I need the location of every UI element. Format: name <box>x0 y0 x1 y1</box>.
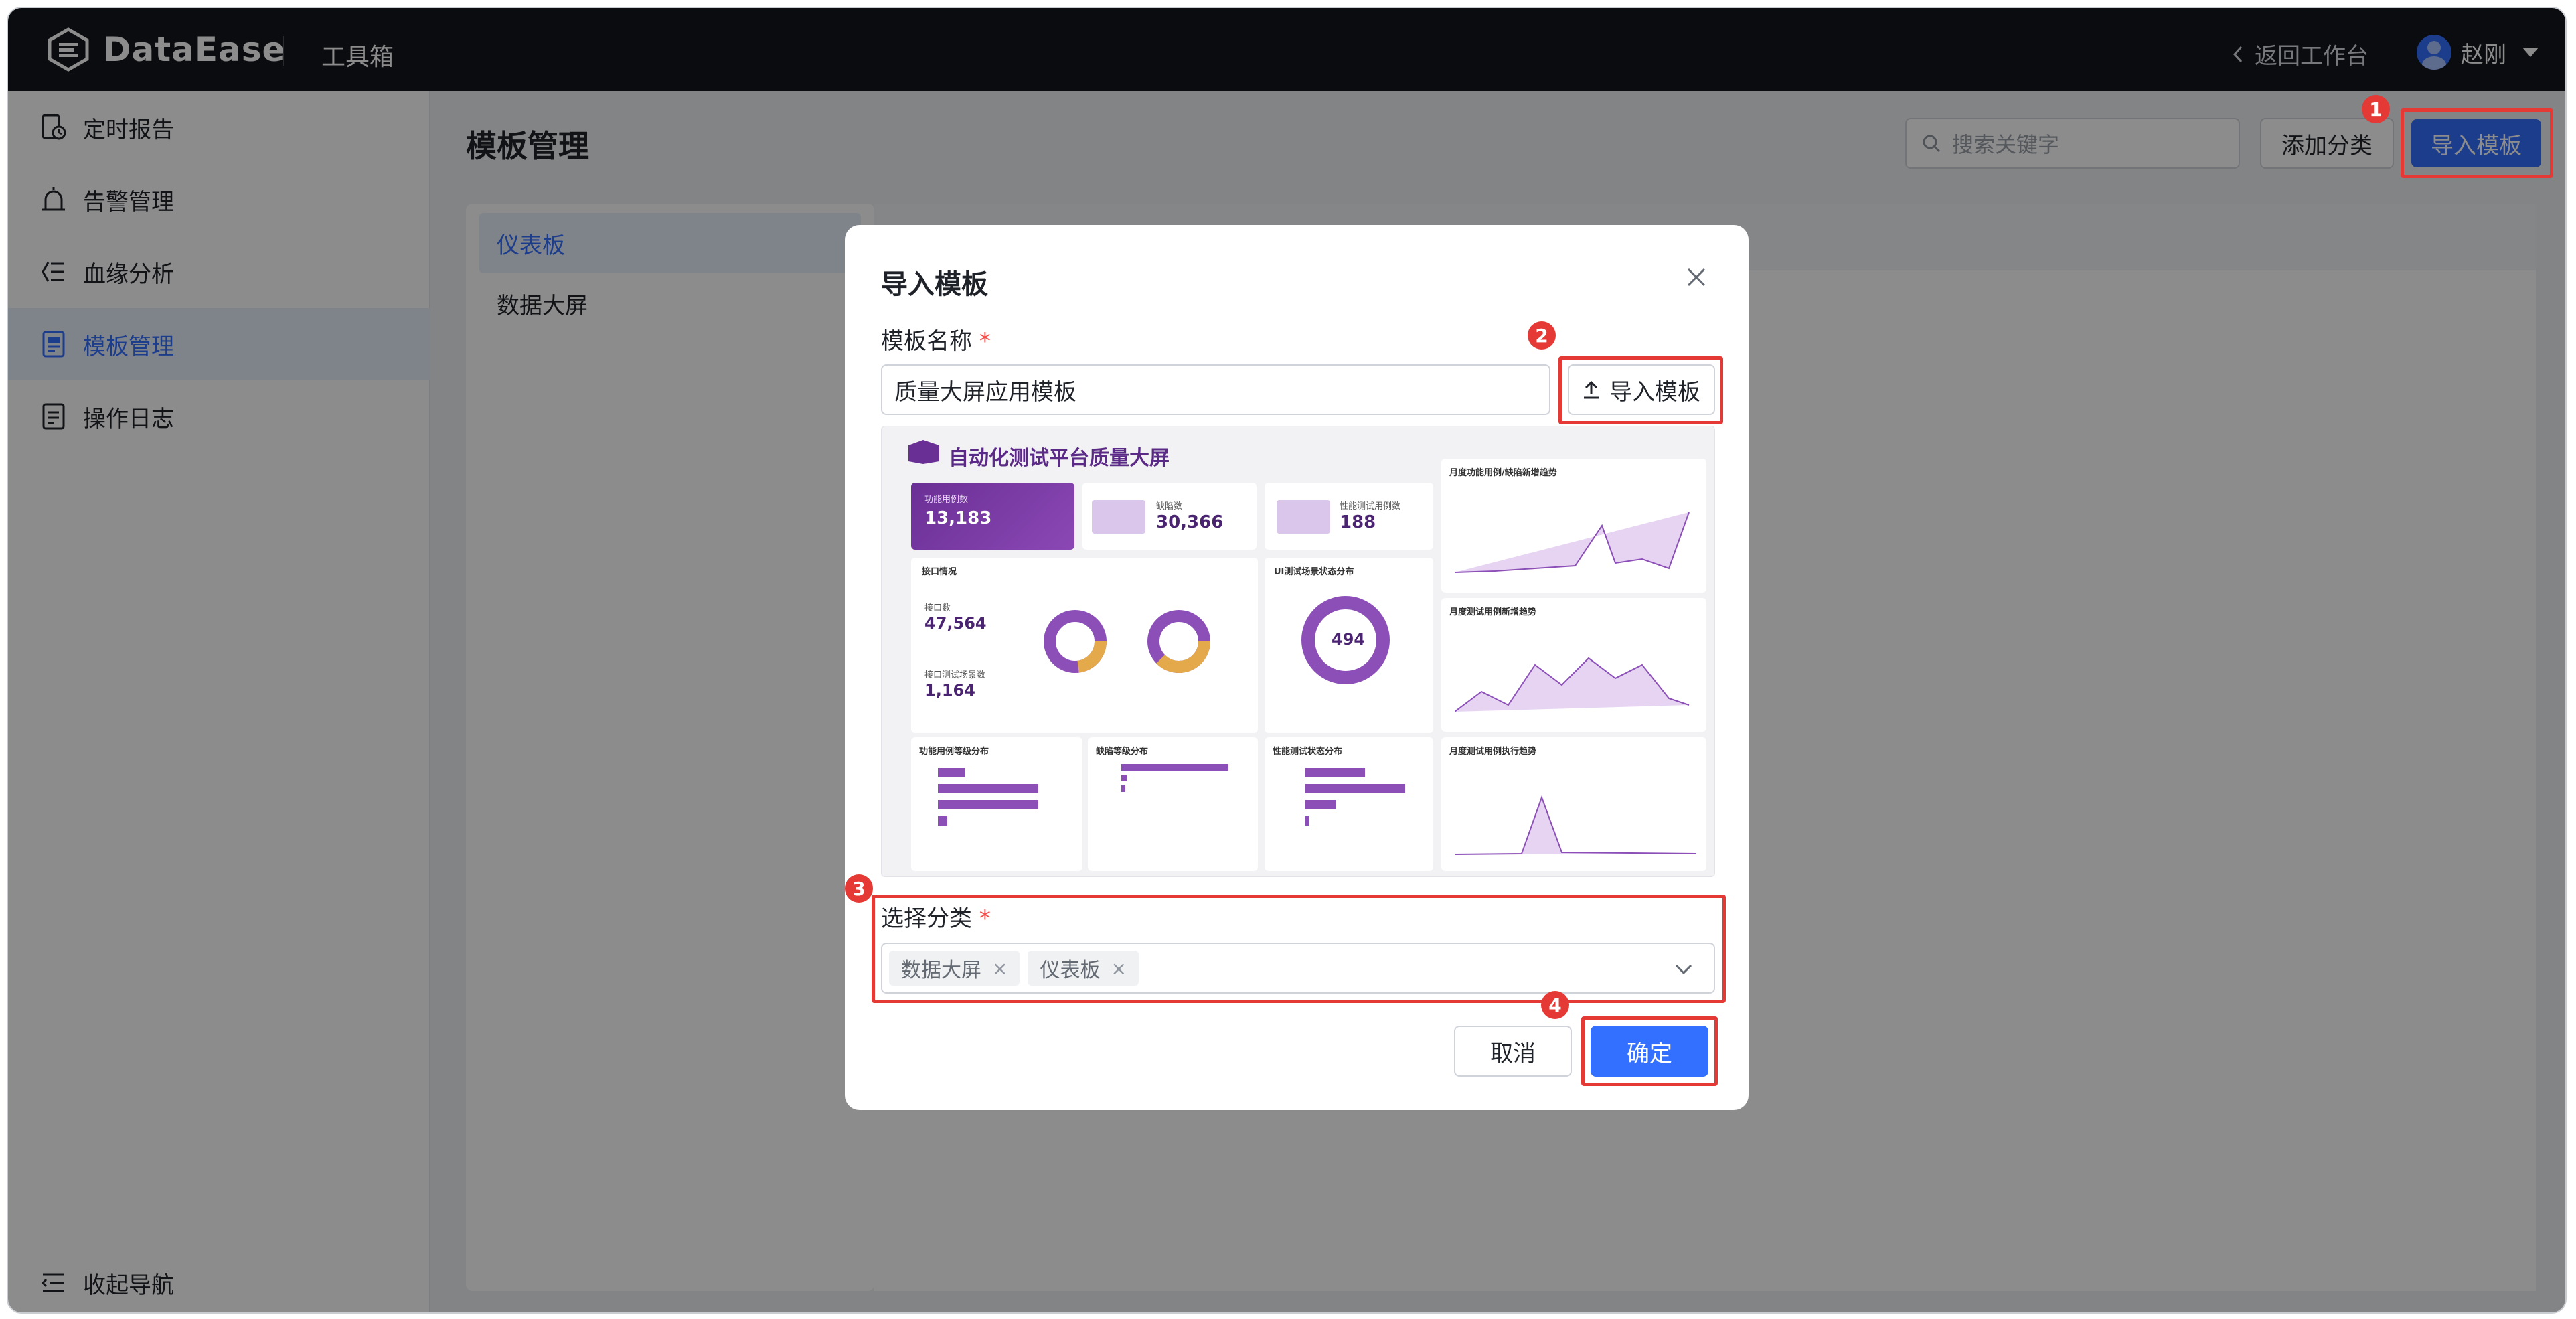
preview-ui-total: 494 <box>1332 630 1366 649</box>
preview-api-case-label: 接口测试场景数 <box>924 670 986 680</box>
import-template-dialog: 导入模板 模板名称 * 质量大屏应用模板 导入模板 自动化测试平台质量大屏 功能… <box>845 225 1749 1110</box>
template-name-input[interactable]: 质量大屏应用模板 <box>881 364 1550 415</box>
preview-perf-value: 188 <box>1340 512 1376 532</box>
preview-hero-label: 功能用例数 <box>924 495 969 505</box>
annotation-box-3 <box>872 895 1726 1003</box>
preview-perf-card: 性能测试用例数 188 <box>1265 483 1433 550</box>
required-mark: * <box>979 328 991 355</box>
annotation-badge-1: 1 <box>2362 95 2390 123</box>
annotation-box-1 <box>2401 108 2553 178</box>
preview-bar-2: 缺陷等级分布 <box>1088 737 1258 871</box>
annotation-badge-3: 3 <box>845 874 873 903</box>
preview-trend1-line <box>1455 512 1690 573</box>
preview-trend1-title: 月度功能用例/缺陷新增趋势 <box>1449 468 1557 478</box>
preview-hero-card: 功能用例数 13,183 <box>911 483 1074 550</box>
preview-bar3-title: 性能测试状态分布 <box>1273 747 1343 757</box>
preview-trend2-line <box>1455 657 1690 712</box>
preview-bar1-title: 功能用例等级分布 <box>919 747 989 757</box>
close-icon[interactable] <box>1682 262 1711 292</box>
preview-api-count: 47,564 <box>924 614 987 633</box>
annotation-box-2 <box>1558 356 1723 424</box>
preview-donut-1 <box>1044 610 1107 673</box>
preview-trend2-title: 月度测试用例新增趋势 <box>1449 607 1537 617</box>
preview-perf-label: 性能测试用例数 <box>1340 501 1401 512</box>
preview-hero-value: 13,183 <box>924 508 992 528</box>
dialog-title: 导入模板 <box>881 269 988 300</box>
template-preview-image: 自动化测试平台质量大屏 功能用例数 13,183 缺陷数 30,366 性能测试… <box>881 426 1715 877</box>
preview-bar-3: 性能测试状态分布 <box>1265 737 1433 871</box>
template-name-label-text: 模板名称 <box>881 328 972 355</box>
preview-trend3-title: 月度测试用例执行趋势 <box>1449 747 1537 757</box>
preview-api-card: 接口情况 接口数 47,564 接口测试场景数 1,164 <box>911 558 1258 733</box>
preview-donut-2 <box>1147 610 1210 673</box>
preview-title: 自动化测试平台质量大屏 <box>949 447 1170 470</box>
preview-trend-1: 月度功能用例/缺陷新增趋势 <box>1441 459 1706 593</box>
template-name-label: 模板名称 * <box>881 323 991 356</box>
preview-api-case-count: 1,164 <box>924 681 975 700</box>
preview-api-count-label: 接口数 <box>924 603 951 613</box>
annotation-box-4 <box>1581 1016 1718 1086</box>
preview-trend-3: 月度测试用例执行趋势 <box>1441 737 1706 871</box>
preview-api-section: 接口情况 <box>922 567 957 577</box>
preview-bar-1: 功能用例等级分布 <box>911 737 1082 871</box>
preview-trend3-line <box>1455 795 1696 855</box>
app-window: DataEase 工具箱 返回工作台 赵刚 定时报告 告警管理 血缘分析 模板管… <box>7 7 2567 1314</box>
cancel-button[interactable]: 取消 <box>1454 1026 1572 1077</box>
preview-ui-section: UI测试场景状态分布 <box>1274 567 1354 577</box>
preview-defects-label: 缺陷数 <box>1156 501 1183 512</box>
preview-logo-icon <box>908 440 939 464</box>
preview-ui-card: UI测试场景状态分布 494 <box>1265 558 1433 733</box>
preview-defects-card: 缺陷数 30,366 <box>1082 483 1257 550</box>
preview-trend-2: 月度测试用例新增趋势 <box>1441 598 1706 732</box>
preview-bar2-title: 缺陷等级分布 <box>1096 747 1149 757</box>
annotation-badge-4: 4 <box>1541 991 1569 1019</box>
annotation-badge-2: 2 <box>1528 321 1556 350</box>
preview-defects-value: 30,366 <box>1156 512 1224 532</box>
